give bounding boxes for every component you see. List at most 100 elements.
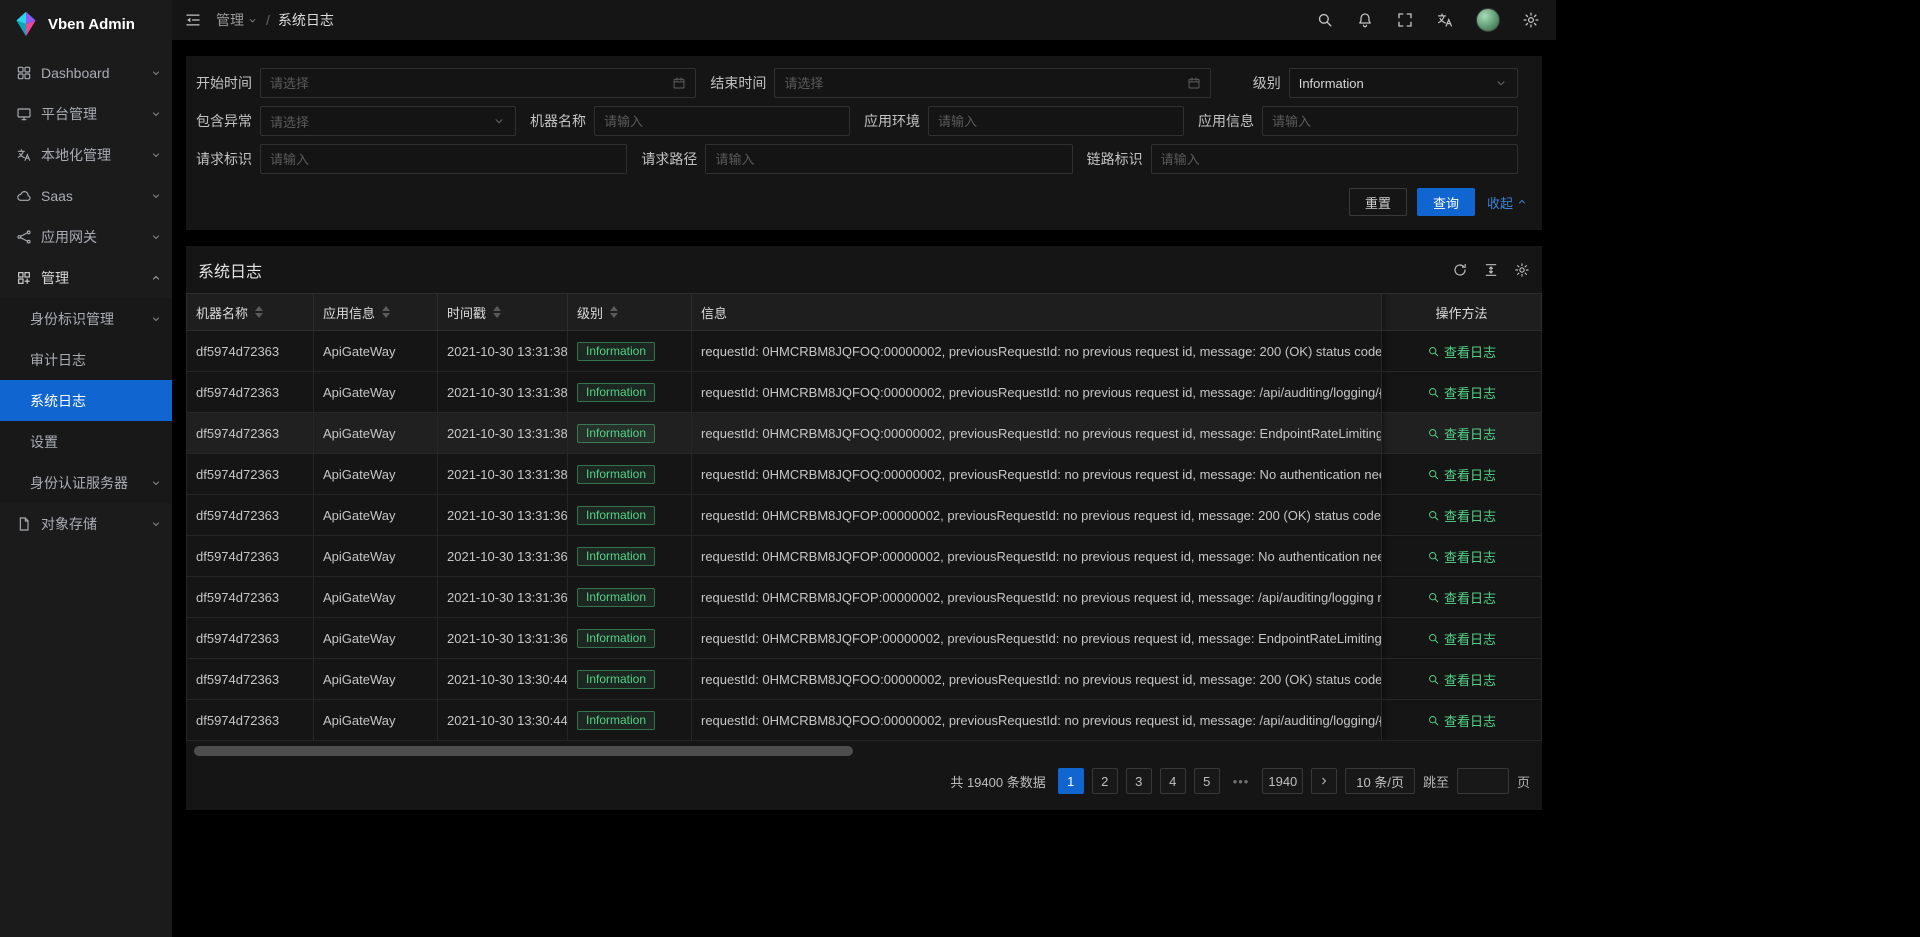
table-row[interactable]: df5974d72363 ApiGateWay 2021-10-30 13:31… bbox=[187, 413, 1542, 454]
column-header-machine-name[interactable]: 机器名称 bbox=[187, 294, 314, 331]
page-button-1[interactable]: 1 bbox=[1058, 768, 1084, 794]
sort-icon[interactable] bbox=[610, 306, 618, 318]
page-button-4[interactable]: 4 bbox=[1160, 768, 1186, 794]
end-time-text-input[interactable] bbox=[784, 76, 1180, 91]
page-button-5[interactable]: 5 bbox=[1194, 768, 1220, 794]
view-log-link[interactable]: 查看日志 bbox=[1427, 465, 1496, 484]
breadcrumb-item-management[interactable]: 管理 bbox=[216, 10, 258, 30]
sidebar-item-app-gateway[interactable]: 应用网关 bbox=[0, 216, 172, 257]
field-label: 机器名称 bbox=[530, 111, 594, 131]
table-row[interactable]: df5974d72363 ApiGateWay 2021-10-30 13:31… bbox=[187, 536, 1542, 577]
request-path-input[interactable] bbox=[705, 144, 1072, 174]
notification-icon[interactable] bbox=[1356, 11, 1374, 29]
scrollbar-thumb[interactable] bbox=[194, 746, 853, 756]
level-select[interactable]: Information bbox=[1289, 68, 1518, 98]
sidebar-item-management[interactable]: 管理 bbox=[0, 257, 172, 298]
sort-icon[interactable] bbox=[382, 306, 390, 318]
table-row[interactable]: df5974d72363 ApiGateWay 2021-10-30 13:30… bbox=[187, 659, 1542, 700]
sidebar-item-label: 本地化管理 bbox=[41, 145, 150, 165]
sidebar-item-audit-log[interactable]: 审计日志 bbox=[0, 339, 172, 380]
view-log-link[interactable]: 查看日志 bbox=[1427, 547, 1496, 566]
locale-icon[interactable] bbox=[1436, 11, 1454, 29]
table-row[interactable]: df5974d72363 ApiGateWay 2021-10-30 13:31… bbox=[187, 618, 1542, 659]
page-ellipsis[interactable]: ••• bbox=[1228, 768, 1255, 794]
trace-id-input[interactable] bbox=[1151, 144, 1518, 174]
reset-button[interactable]: 重置 bbox=[1349, 188, 1407, 216]
view-log-link[interactable]: 查看日志 bbox=[1427, 670, 1496, 689]
machine-name-text-input[interactable] bbox=[604, 114, 840, 129]
page-button-1940[interactable]: 1940 bbox=[1262, 768, 1303, 794]
view-log-link[interactable]: 查看日志 bbox=[1427, 588, 1496, 607]
view-log-link[interactable]: 查看日志 bbox=[1427, 629, 1496, 648]
end-time-input[interactable] bbox=[774, 68, 1210, 98]
app-env-text-input[interactable] bbox=[938, 114, 1174, 129]
cloud-icon bbox=[16, 188, 32, 204]
view-log-link[interactable]: 查看日志 bbox=[1427, 342, 1496, 361]
jump-page-input[interactable] bbox=[1457, 768, 1509, 794]
view-log-link[interactable]: 查看日志 bbox=[1427, 506, 1496, 525]
has-exception-select[interactable]: 请选择 bbox=[260, 106, 516, 136]
sidebar-item-localization-management[interactable]: 本地化管理 bbox=[0, 134, 172, 175]
column-settings-gear-icon[interactable] bbox=[1514, 262, 1530, 278]
view-log-label: 查看日志 bbox=[1444, 547, 1496, 566]
request-id-input[interactable] bbox=[260, 144, 627, 174]
column-header-timestamp[interactable]: 时间戳 bbox=[438, 294, 568, 331]
table-row[interactable]: df5974d72363 ApiGateWay 2021-10-30 13:31… bbox=[187, 495, 1542, 536]
page-size-value: 10 条/页 bbox=[1356, 772, 1404, 791]
table-row[interactable]: df5974d72363 ApiGateWay 2021-10-30 13:31… bbox=[187, 577, 1542, 618]
column-header-level[interactable]: 级别 bbox=[568, 294, 692, 331]
sidebar-item-saas[interactable]: Saas bbox=[0, 175, 172, 216]
machine-name-input[interactable] bbox=[594, 106, 850, 136]
collapse-link[interactable]: 收起 bbox=[1487, 193, 1528, 212]
cell-timestamp: 2021-10-30 13:30:44 bbox=[438, 700, 568, 741]
sidebar-item-settings[interactable]: 设置 bbox=[0, 421, 172, 462]
pagination-total: 共 19400 条数据 bbox=[950, 772, 1045, 791]
sort-icon[interactable] bbox=[493, 306, 501, 318]
start-time-text-input[interactable] bbox=[270, 76, 666, 91]
logo[interactable]: Vben Admin bbox=[0, 0, 172, 48]
sidebar-item-platform-management[interactable]: 平台管理 bbox=[0, 93, 172, 134]
sidebar-item-label: 设置 bbox=[30, 432, 162, 452]
table-row[interactable]: df5974d72363 ApiGateWay 2021-10-30 13:31… bbox=[187, 454, 1542, 495]
app-env-input[interactable] bbox=[928, 106, 1184, 136]
cell-level: Information bbox=[568, 577, 692, 618]
fullscreen-icon[interactable] bbox=[1396, 11, 1414, 29]
view-log-link[interactable]: 查看日志 bbox=[1427, 711, 1496, 730]
search-icon[interactable] bbox=[1316, 11, 1334, 29]
page-button-2[interactable]: 2 bbox=[1092, 768, 1118, 794]
column-header-app-info[interactable]: 应用信息 bbox=[314, 294, 438, 331]
menu-fold-icon[interactable] bbox=[184, 11, 202, 29]
column-header-message: 信息 bbox=[692, 294, 1382, 331]
app-info-input[interactable] bbox=[1262, 106, 1518, 136]
gear-icon[interactable] bbox=[1522, 11, 1540, 29]
sidebar-item-identity-management[interactable]: 身份标识管理 bbox=[0, 298, 172, 339]
app-info-text-input[interactable] bbox=[1272, 114, 1508, 129]
platform-icon bbox=[16, 106, 32, 122]
next-page-button[interactable] bbox=[1311, 768, 1337, 794]
refresh-icon[interactable] bbox=[1452, 262, 1468, 278]
page-size-select[interactable]: 10 条/页 bbox=[1345, 768, 1415, 794]
content: 开始时间 结束时间 级别 bbox=[172, 40, 1556, 937]
cell-message: requestId: 0HMCRBM8JQFOP:00000002, previ… bbox=[692, 618, 1382, 659]
sidebar-item-dashboard[interactable]: Dashboard bbox=[0, 52, 172, 93]
view-log-link[interactable]: 查看日志 bbox=[1427, 383, 1496, 402]
horizontal-scrollbar[interactable] bbox=[192, 746, 1536, 756]
request-id-text-input[interactable] bbox=[270, 152, 617, 167]
message-text: requestId: 0HMCRBM8JQFOP:00000002, previ… bbox=[701, 508, 1382, 523]
sidebar-item-object-storage[interactable]: 对象存储 bbox=[0, 503, 172, 544]
sidebar-item-identity-server[interactable]: 身份认证服务器 bbox=[0, 462, 172, 503]
start-time-input[interactable] bbox=[260, 68, 696, 98]
page-button-3[interactable]: 3 bbox=[1126, 768, 1152, 794]
sort-icon[interactable] bbox=[255, 306, 263, 318]
table-row[interactable]: df5974d72363 ApiGateWay 2021-10-30 13:31… bbox=[187, 372, 1542, 413]
request-path-text-input[interactable] bbox=[715, 152, 1062, 167]
trace-id-text-input[interactable] bbox=[1161, 152, 1508, 167]
row-height-icon[interactable] bbox=[1483, 262, 1499, 278]
sidebar-item-system-log[interactable]: 系统日志 bbox=[0, 380, 172, 421]
view-log-link[interactable]: 查看日志 bbox=[1427, 424, 1496, 443]
query-button[interactable]: 查询 bbox=[1417, 188, 1475, 216]
avatar[interactable] bbox=[1476, 8, 1500, 32]
table-row[interactable]: df5974d72363 ApiGateWay 2021-10-30 13:31… bbox=[187, 331, 1542, 372]
cell-action: 查看日志 bbox=[1382, 372, 1542, 413]
table-row[interactable]: df5974d72363 ApiGateWay 2021-10-30 13:30… bbox=[187, 700, 1542, 741]
